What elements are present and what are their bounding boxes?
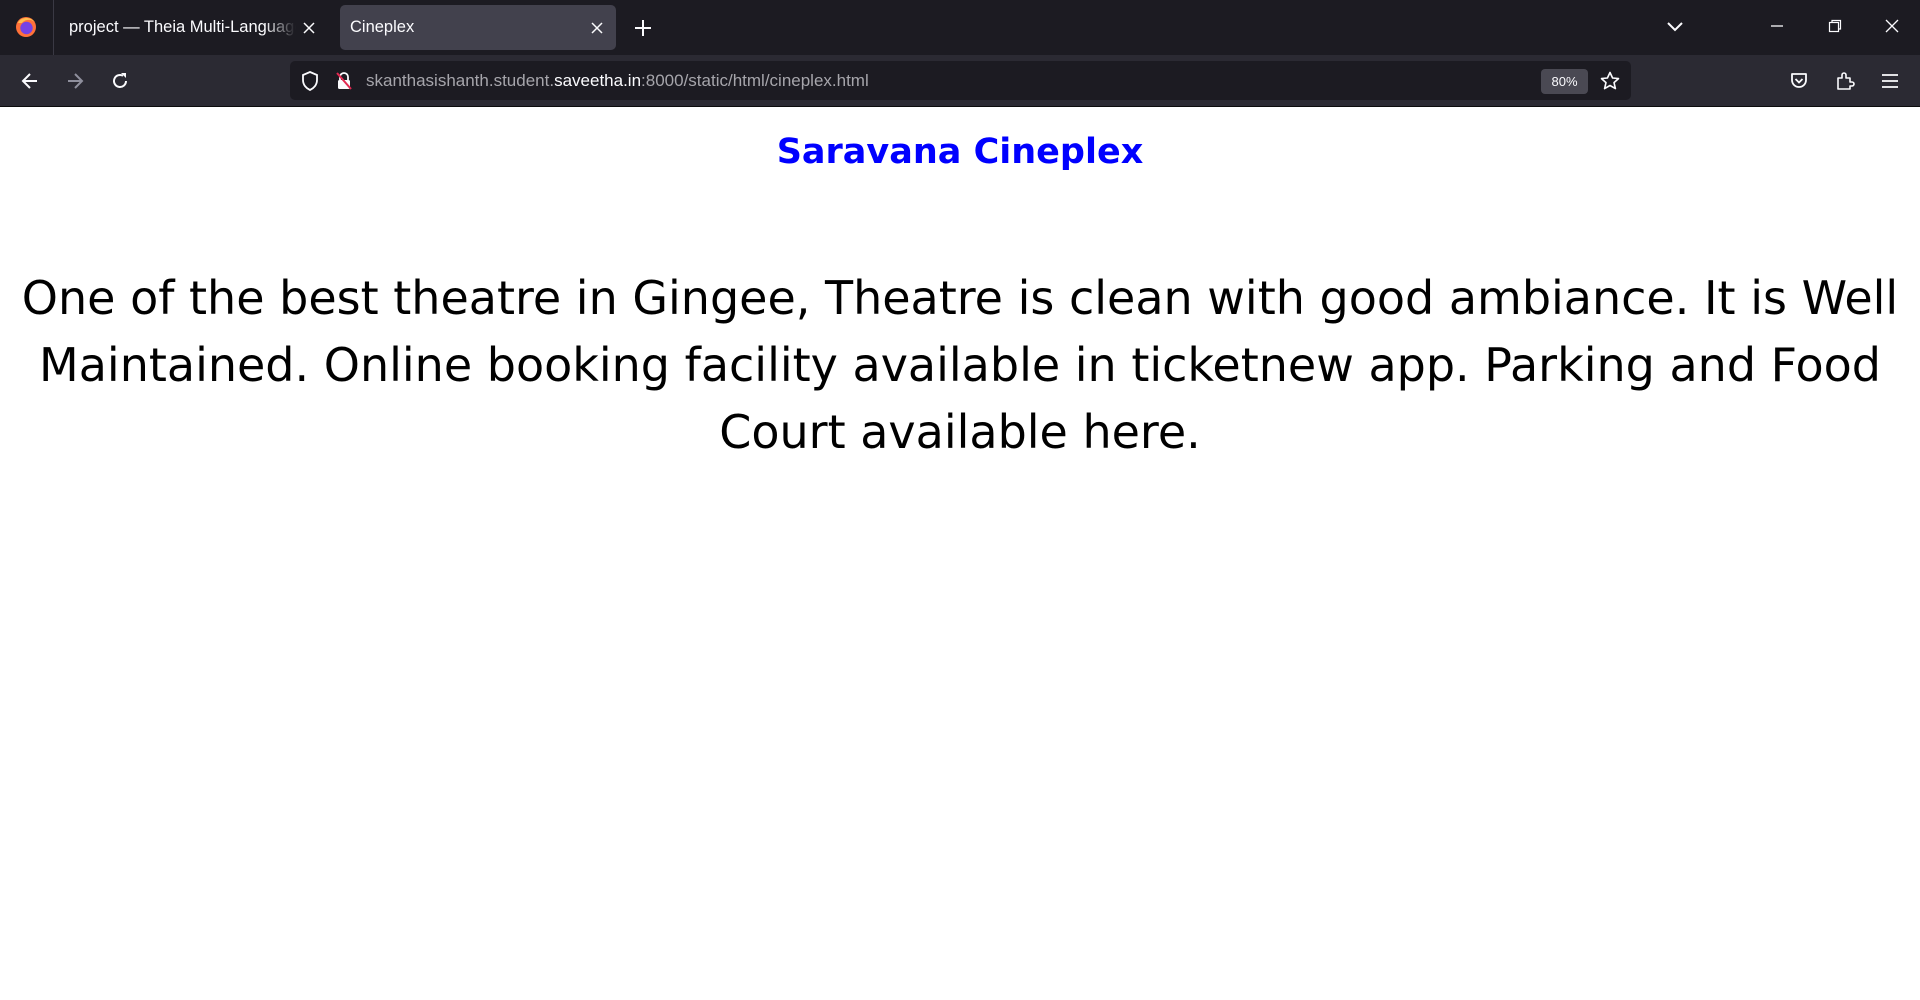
close-icon[interactable] (296, 15, 322, 41)
navigation-toolbar: skanthasishanth.student.saveetha.in:8000… (0, 55, 1920, 106)
tab-title: project — Theia Multi-Language Explorer (69, 18, 296, 36)
page-heading: Saravana Cineplex (776, 132, 1144, 172)
url-prefix: skanthasishanth.student. (366, 71, 555, 90)
forward-icon[interactable] (57, 63, 93, 99)
restore-icon[interactable] (1820, 10, 1850, 42)
minimize-icon[interactable] (1762, 10, 1792, 42)
tab-title: Cineplex (350, 18, 415, 36)
zoom-level-badge[interactable]: 80% (1541, 69, 1588, 94)
tracking-protection-icon[interactable] (296, 67, 324, 95)
tab-cineplex[interactable]: Cineplex (340, 5, 616, 50)
back-icon[interactable] (12, 63, 48, 99)
bookmark-star-icon[interactable] (1596, 67, 1624, 95)
menu-icon[interactable] (1872, 63, 1908, 99)
url-suffix: :8000/static/html/cineplex.html (641, 71, 869, 90)
new-tab-icon[interactable] (628, 13, 658, 43)
tab-list-icon[interactable] (1658, 12, 1692, 42)
url-text[interactable]: skanthasishanth.student.saveetha.in:8000… (366, 61, 869, 100)
insecure-lock-icon[interactable] (330, 67, 358, 95)
pocket-icon[interactable] (1781, 63, 1817, 99)
tab-project[interactable]: project — Theia Multi-Language Explorer (55, 5, 328, 50)
close-icon[interactable] (584, 15, 610, 41)
reload-icon[interactable] (102, 63, 138, 99)
page-content: Saravana Cineplex One of the best theatr… (0, 107, 1920, 1000)
window-close-icon[interactable] (1877, 10, 1907, 42)
firefox-icon[interactable] (12, 13, 40, 41)
page-description: One of the best theatre in Gingee, Theat… (21, 271, 1899, 459)
tab-separator (53, 0, 54, 55)
extensions-icon[interactable] (1827, 63, 1863, 99)
url-bar[interactable]: skanthasishanth.student.saveetha.in:8000… (290, 61, 1631, 100)
tab-strip: project — Theia Multi-Language Explorer … (0, 0, 1920, 55)
url-host: saveetha.in (554, 71, 642, 90)
